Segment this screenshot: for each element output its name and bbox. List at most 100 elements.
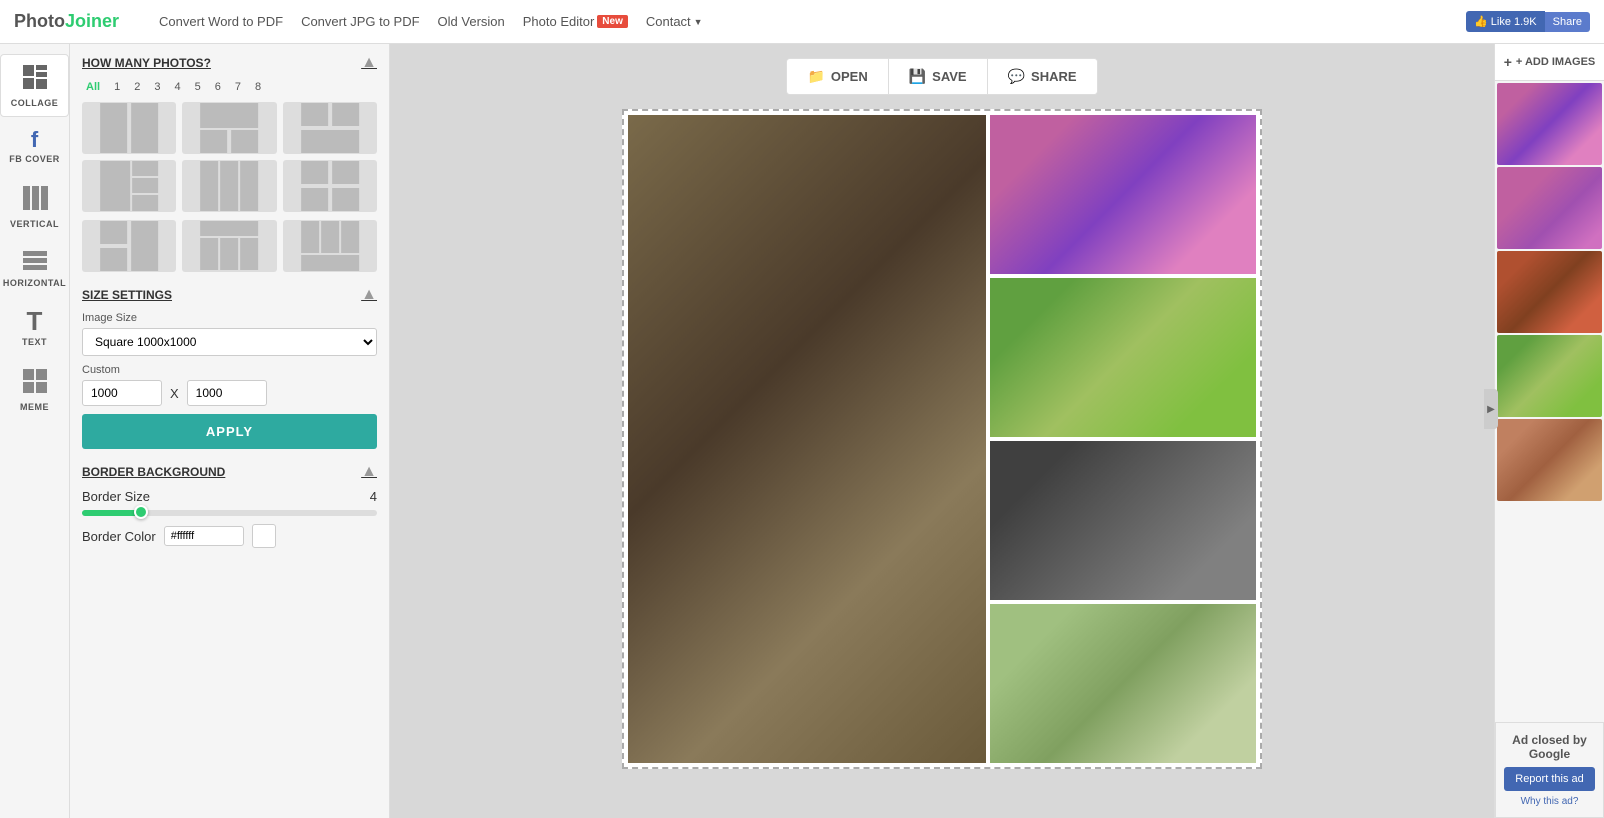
border-color-row: Border Color [82,524,377,548]
photo-slot-right-1[interactable] [990,115,1256,274]
thumbnail-list [1495,81,1604,722]
custom-size-row: X [82,380,377,406]
layout-option-2[interactable] [182,102,276,154]
border-size-label: Border Size [82,489,150,504]
apply-button[interactable]: APPLY [82,414,377,449]
border-color-input[interactable] [164,526,244,546]
tab-7[interactable]: 7 [231,80,245,94]
layout-option-5[interactable] [182,160,276,212]
share-icon: 💬 [1008,68,1025,85]
meme-icon [21,367,49,399]
collapse-how-many[interactable]: ▲ [361,54,377,72]
center-toolbar: 📁 OPEN 💾 SAVE 💬 SHARE [786,58,1097,95]
sidebar-item-horizontal[interactable]: HORIZONTAL [0,241,69,296]
add-images-button[interactable]: + + ADD IMAGES [1495,44,1604,81]
site-logo: PhotoJoiner [14,11,119,32]
layout-option-3[interactable] [283,102,377,154]
why-ad-link[interactable]: Why this ad? [1521,796,1579,807]
logo-joiner: Joiner [65,11,119,32]
tab-all[interactable]: All [82,80,104,94]
image-size-label: Image Size [82,312,377,324]
plus-icon: + [1504,54,1512,70]
sidebar-item-label-meme: MEME [20,402,49,412]
ad-panel: Ad closed by Google Report this ad Why t… [1495,722,1604,818]
logo-photo: Photo [14,11,65,32]
open-button[interactable]: 📁 OPEN [787,59,888,94]
layout-grid [82,102,377,212]
custom-height-input[interactable] [187,380,267,406]
nav-old-version[interactable]: Old Version [438,14,505,29]
thumbnail-3[interactable] [1497,251,1602,333]
thumbs-up-icon: 👍 [1474,16,1488,28]
sidebar-item-vertical[interactable]: VERTICAL [0,176,69,237]
border-size-value: 4 [370,489,377,504]
tab-2[interactable]: 2 [130,80,144,94]
fb-icon: f [31,129,38,151]
layout-option-9[interactable] [283,220,377,272]
text-icon: T [27,308,43,334]
tab-5[interactable]: 5 [191,80,205,94]
main-layout: COLLAGE f FB COVER VERTICAL [0,44,1604,818]
nav-photo-editor[interactable]: Photo Editor New [523,14,628,29]
collage-canvas [622,109,1262,769]
nav-convert-jpg[interactable]: Convert JPG to PDF [301,14,419,29]
sidebar-item-label-horizontal: HORIZONTAL [3,278,66,288]
report-ad-button[interactable]: Report this ad [1504,767,1595,791]
tab-1[interactable]: 1 [110,80,124,94]
center-canvas-area: 📁 OPEN 💾 SAVE 💬 SHARE [390,44,1494,818]
sidebar-item-text[interactable]: T TEXT [0,300,69,355]
fb-like-count[interactable]: 👍 Like 1.9K [1466,11,1545,32]
photo-slot-right-2[interactable] [990,278,1256,437]
layout-option-4[interactable] [82,160,176,212]
photo-slot-right-3[interactable] [990,441,1256,600]
folder-icon: 📁 [807,68,824,85]
nav-convert-word[interactable]: Convert Word to PDF [159,14,283,29]
tab-6[interactable]: 6 [211,80,225,94]
save-button[interactable]: 💾 SAVE [889,59,988,94]
thumbnail-4[interactable] [1497,335,1602,417]
layout-option-8[interactable] [182,220,276,272]
nav-links: Convert Word to PDF Convert JPG to PDF O… [159,14,703,29]
custom-width-input[interactable] [82,380,162,406]
thumbnail-2[interactable] [1497,167,1602,249]
nav-contact[interactable]: Contact ▼ [646,14,703,29]
tab-3[interactable]: 3 [150,80,164,94]
vertical-icon [21,184,49,216]
border-bg-title: BORDER BACKGROUND ▲ [82,463,377,481]
collapse-border[interactable]: ▲ [361,463,377,481]
fb-share-button[interactable]: Share [1545,12,1590,32]
dropdown-arrow-icon: ▼ [694,17,703,27]
tab-8[interactable]: 8 [251,80,265,94]
collage-icon [21,63,49,95]
border-color-swatch[interactable] [252,524,276,548]
sidebar-item-fb-cover[interactable]: f FB COVER [0,121,69,172]
right-sidebar-collapse-handle[interactable]: ▶ [1484,389,1498,429]
settings-panel: HOW MANY PHOTOS? ▲ All 1 2 3 4 5 6 7 8 [70,44,390,818]
collage-col-left [628,115,986,763]
layout-option-7[interactable] [82,220,176,272]
image-size-select[interactable]: Square 1000x1000 [82,328,377,356]
layout-grid-2 [82,220,377,272]
fb-like-button[interactable]: 👍 Like 1.9K Share [1466,11,1590,32]
border-bg-section: BORDER BACKGROUND ▲ Border Size 4 Border… [82,463,377,548]
ad-closed-text: Ad closed by Google [1504,733,1595,761]
left-icon-sidebar: COLLAGE f FB COVER VERTICAL [0,44,70,818]
new-badge: New [597,15,628,28]
size-settings-title: SIZE SETTINGS ▲ [82,286,377,304]
photo-slot-right-4[interactable] [990,604,1256,763]
photo-slot-main[interactable] [628,115,986,763]
size-settings-section: SIZE SETTINGS ▲ Image Size Square 1000x1… [82,286,377,449]
share-button[interactable]: 💬 SHARE [988,59,1097,94]
sidebar-item-meme[interactable]: MEME [0,359,69,420]
layout-option-6[interactable] [283,160,377,212]
chevron-right-icon: ▶ [1487,404,1495,415]
thumbnail-5[interactable] [1497,419,1602,501]
save-icon: 💾 [909,68,926,85]
layout-option-1[interactable] [82,102,176,154]
sidebar-item-collage[interactable]: COLLAGE [0,54,69,117]
border-size-slider[interactable] [82,510,377,516]
collapse-size[interactable]: ▲ [361,286,377,304]
tab-4[interactable]: 4 [170,80,184,94]
thumbnail-1[interactable] [1497,83,1602,165]
sidebar-item-label-vertical: VERTICAL [10,219,59,229]
